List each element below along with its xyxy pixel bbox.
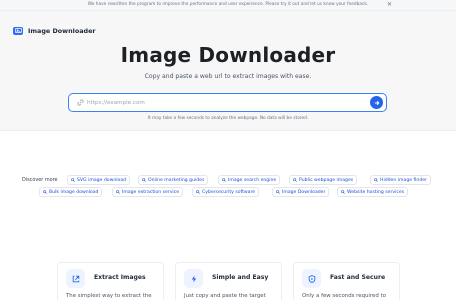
bolt-icon <box>184 269 203 288</box>
discover-pill[interactable]: Hidden image finder <box>370 175 431 185</box>
feature-card-simple: Simple and Easy Just copy and paste the … <box>175 262 282 300</box>
url-input[interactable] <box>87 97 357 108</box>
pill-label: Online marketing guides <box>148 177 205 183</box>
discover-pill[interactable]: SVG image download <box>67 175 131 185</box>
pill-label: Public webpage images <box>299 177 354 183</box>
image-icon <box>13 26 23 35</box>
discover-pill[interactable]: Cybersecurity software <box>192 187 260 197</box>
feature-text: Only a few seconds required to <box>302 293 386 299</box>
discover-pill[interactable]: Image extraction service <box>112 187 184 197</box>
pill-label: Image search engine <box>228 177 277 183</box>
analysis-hint: It may take a few seconds to analyze the… <box>147 116 309 121</box>
discover-pill[interactable]: Image Downloader <box>272 187 330 197</box>
page-subtitle: Copy and paste a web url to extract imag… <box>144 73 312 80</box>
search-icon <box>276 190 280 194</box>
logo-text: Image Downloader <box>28 26 96 35</box>
extract-icon <box>66 269 85 288</box>
search-icon <box>222 178 226 182</box>
arrow-right-icon <box>374 100 379 105</box>
feature-title: Extract Images <box>94 274 146 281</box>
feature-text: The simplest way to extract the <box>66 293 152 299</box>
search-icon <box>293 178 297 182</box>
feature-title: Fast and Secure <box>330 274 386 281</box>
url-search-box <box>68 93 387 112</box>
pill-label: Bulk image download <box>49 189 99 195</box>
feature-text: Just copy and paste the target <box>184 293 266 299</box>
close-icon[interactable]: ✕ <box>387 1 392 8</box>
announcement-banner: We have rewritten the program to improve… <box>0 0 456 11</box>
submit-button[interactable] <box>370 96 383 109</box>
discover-pill[interactable]: Public webpage images <box>289 175 358 185</box>
search-icon <box>116 190 120 194</box>
page-title: Image Downloader <box>120 43 336 67</box>
search-icon <box>341 190 345 194</box>
link-icon <box>77 99 84 106</box>
search-icon <box>71 178 75 182</box>
search-icon <box>142 178 146 182</box>
feature-card-secure: Fast and Secure Only a few seconds requi… <box>293 262 400 300</box>
shield-icon <box>302 269 321 288</box>
pill-label: Image extraction service <box>122 189 180 195</box>
discover-pill[interactable]: Online marketing guides <box>138 175 209 185</box>
search-icon <box>374 178 378 182</box>
search-icon <box>196 190 200 194</box>
pill-label: Image Downloader <box>282 189 326 195</box>
feature-title: Simple and Easy <box>212 274 269 281</box>
pill-label: SVG image download <box>77 177 127 183</box>
discover-pill[interactable]: Image search engine <box>218 175 281 185</box>
discover-label: Discover more <box>22 177 58 183</box>
site-logo[interactable]: Image Downloader <box>13 26 96 35</box>
hero-section: Image Downloader Image Downloader Copy a… <box>0 11 456 131</box>
discover-pill[interactable]: Website hosting services <box>337 187 409 197</box>
search-icon <box>43 190 47 194</box>
pill-label: Website hosting services <box>347 189 405 195</box>
discover-pill[interactable]: Bulk image download <box>39 187 103 197</box>
pill-label: Hidden image finder <box>380 177 427 183</box>
pill-label: Cybersecurity software <box>202 189 256 195</box>
feature-card-extract: Extract Images The simplest way to extra… <box>57 262 164 300</box>
